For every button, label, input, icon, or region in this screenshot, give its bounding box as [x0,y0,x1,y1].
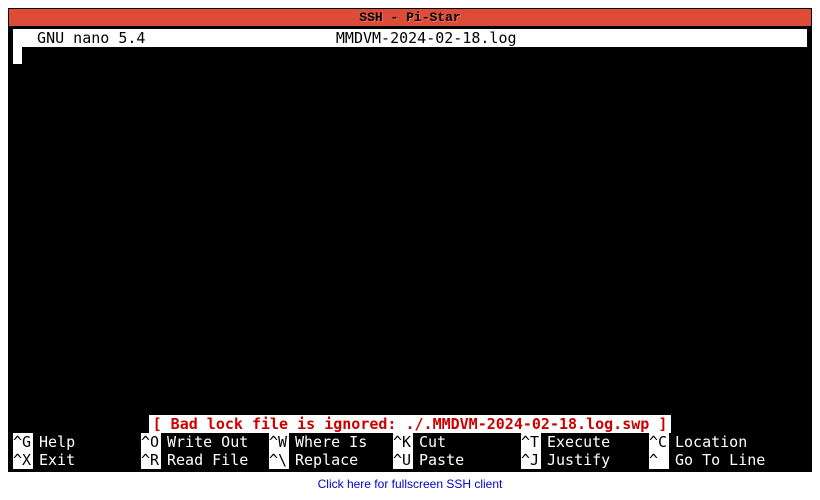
nano-filename: MMDVM-2024-02-18.log [145,29,707,47]
shortcut-cut[interactable]: ^K Cut [393,433,521,451]
nano-header: GNU nano 5.4 MMDVM-2024-02-18.log [13,29,807,47]
shortcut-key: ^O [141,433,161,451]
shortcut-label: Location [669,433,747,451]
shortcut-label: Justify [541,451,610,469]
fullscreen-link[interactable]: Click here for fullscreen SSH client [318,477,503,491]
window-titlebar: SSH - Pi-Star [9,9,811,27]
shortcut-paste[interactable]: ^U Paste [393,451,521,469]
shortcut-write-out[interactable]: ^O Write Out [141,433,269,451]
shortcut-where-is[interactable]: ^W Where Is [269,433,393,451]
shortcut-key: ^J [521,451,541,469]
shortcut-key: ^R [141,451,161,469]
shortcut-label: Execute [541,433,610,451]
shortcut-row-1: ^G Help ^O Write Out ^W Where Is ^K Cut … [13,433,807,451]
shortcut-label: Paste [413,451,464,469]
shortcut-label: Read File [161,451,248,469]
shortcut-read-file[interactable]: ^R Read File [141,451,269,469]
shortcut-go-to-line[interactable]: ^ Go To Line [649,451,765,469]
nano-app-label: GNU nano 5.4 [13,29,145,47]
shortcut-key: ^T [521,433,541,451]
window-title: SSH - Pi-Star [359,10,460,25]
ssh-window: SSH - Pi-Star GNU nano 5.4 MMDVM-2024-02… [8,8,812,472]
shortcut-row-2: ^X Exit ^R Read File ^\ Replace ^U Paste… [13,451,807,469]
shortcut-justify[interactable]: ^J Justify [521,451,649,469]
shortcut-key: ^W [269,433,289,451]
shortcut-bar: ^G Help ^O Write Out ^W Where Is ^K Cut … [13,433,807,469]
shortcut-key: ^U [393,451,413,469]
shortcut-exit[interactable]: ^X Exit [13,451,141,469]
shortcut-key: ^X [13,451,33,469]
shortcut-key: ^K [393,433,413,451]
shortcut-key: ^\ [269,451,289,469]
shortcut-location[interactable]: ^C Location [649,433,747,451]
status-line: [ Bad lock file is ignored: ./.MMDVM-202… [13,415,807,433]
text-cursor [13,47,22,64]
shortcut-key: ^G [13,433,33,451]
editor-area[interactable] [13,47,807,415]
shortcut-label: Help [33,433,75,451]
nano-header-pad [707,29,807,47]
shortcut-replace[interactable]: ^\ Replace [269,451,393,469]
shortcut-key: ^ [649,451,669,469]
shortcut-label: Cut [413,433,446,451]
shortcut-execute[interactable]: ^T Execute [521,433,649,451]
shortcut-label: Go To Line [669,451,765,469]
terminal[interactable]: GNU nano 5.4 MMDVM-2024-02-18.log [ Bad … [9,27,811,471]
shortcut-label: Where Is [289,433,367,451]
shortcut-key: ^C [649,433,669,451]
shortcut-label: Replace [289,451,358,469]
shortcut-label: Write Out [161,433,248,451]
footer: Click here for fullscreen SSH client [0,477,820,491]
status-message: [ Bad lock file is ignored: ./.MMDVM-202… [149,415,672,433]
shortcut-label: Exit [33,451,75,469]
shortcut-help[interactable]: ^G Help [13,433,141,451]
